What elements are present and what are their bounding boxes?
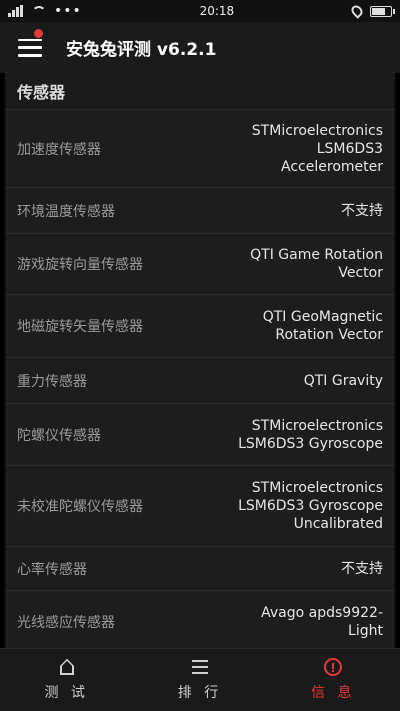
home-icon — [58, 658, 76, 676]
row-label: 重力传感器 — [17, 373, 87, 390]
tab-ranking[interactable]: 排 行 — [133, 649, 266, 711]
row-label: 光线感应传感器 — [17, 614, 115, 631]
list-item: 游戏旋转向量传感器 QTI Game Rotation Vector — [5, 233, 395, 294]
tab-label: 测 试 — [44, 685, 89, 701]
row-value: STMicroelectronics LSM6DS3 Gyroscope — [238, 417, 383, 452]
section-title: 传感器 — [5, 73, 395, 109]
list-item: 重力传感器 QTI Gravity — [5, 357, 395, 403]
signal-icon — [8, 5, 24, 17]
row-label: 加速度传感器 — [17, 141, 101, 158]
battery-icon — [370, 5, 395, 17]
tab-test[interactable]: 测 试 — [0, 649, 133, 711]
row-value: 不支持 — [341, 560, 383, 577]
row-value: QTI GeoMagnetic Rotation Vector — [262, 309, 383, 343]
status-bar: ••• 20:18 — [0, 0, 400, 22]
row-label: 环境温度传感器 — [17, 203, 115, 220]
location-icon — [349, 3, 365, 19]
sensor-list[interactable]: 传感器 加速度传感器 STMicroelectronics LSM6DS3 Ac… — [5, 73, 395, 648]
list-item: 光线感应传感器 Avago apds9922- Light — [5, 590, 395, 648]
tab-label: 排 行 — [177, 685, 223, 701]
info-alert-icon — [324, 658, 343, 676]
wifi-icon — [32, 6, 46, 16]
menu-button[interactable] — [0, 22, 60, 73]
row-label: 未校准陀螺仪传感器 — [17, 499, 143, 515]
app-title: 安兔兔评测 v6.2.1 — [66, 40, 217, 60]
notification-dot — [34, 29, 43, 38]
row-label: 陀螺仪传感器 — [17, 427, 101, 444]
row-value: QTI Gravity — [303, 372, 383, 389]
row-value: Avago apds9922- Light — [261, 604, 383, 639]
list-item: 环境温度传感器 不支持 — [5, 187, 395, 233]
row-value: QTI Game Rotation Vector — [250, 247, 383, 281]
row-label: 心率传感器 — [17, 561, 87, 578]
hamburger-icon — [18, 38, 42, 57]
list-icon — [191, 658, 209, 676]
row-value: 不支持 — [341, 202, 383, 219]
list-item: 加速度传感器 STMicroelectronics LSM6DS3 Accele… — [5, 109, 395, 187]
row-label: 游戏旋转向量传感器 — [17, 257, 143, 273]
list-item: 未校准陀螺仪传感器 STMicroelectronics LSM6DS3 Gyr… — [5, 465, 395, 546]
list-item: 心率传感器 不支持 — [5, 546, 395, 590]
row-value: STMicroelectronics LSM6DS3 Gyroscope Unc… — [238, 480, 383, 532]
app-header: 安兔兔评测 v6.2.1 — [0, 22, 400, 73]
tab-label: 信 息 — [311, 685, 356, 701]
row-value: STMicroelectronics LSM6DS3 Accelerometer — [251, 122, 383, 175]
row-label: 地磁旋转矢量传感器 — [17, 319, 143, 335]
list-item: 陀螺仪传感器 STMicroelectronics LSM6DS3 Gyrosc… — [5, 403, 395, 465]
tab-info[interactable]: 信 息 — [267, 649, 400, 711]
list-item: 地磁旋转矢量传感器 QTI GeoMagnetic Rotation Vecto… — [5, 294, 395, 357]
more-notifications-icon: ••• — [54, 3, 82, 19]
bottom-nav: 测 试 排 行 信 息 — [0, 648, 400, 711]
status-time: 20:18 — [199, 4, 235, 18]
